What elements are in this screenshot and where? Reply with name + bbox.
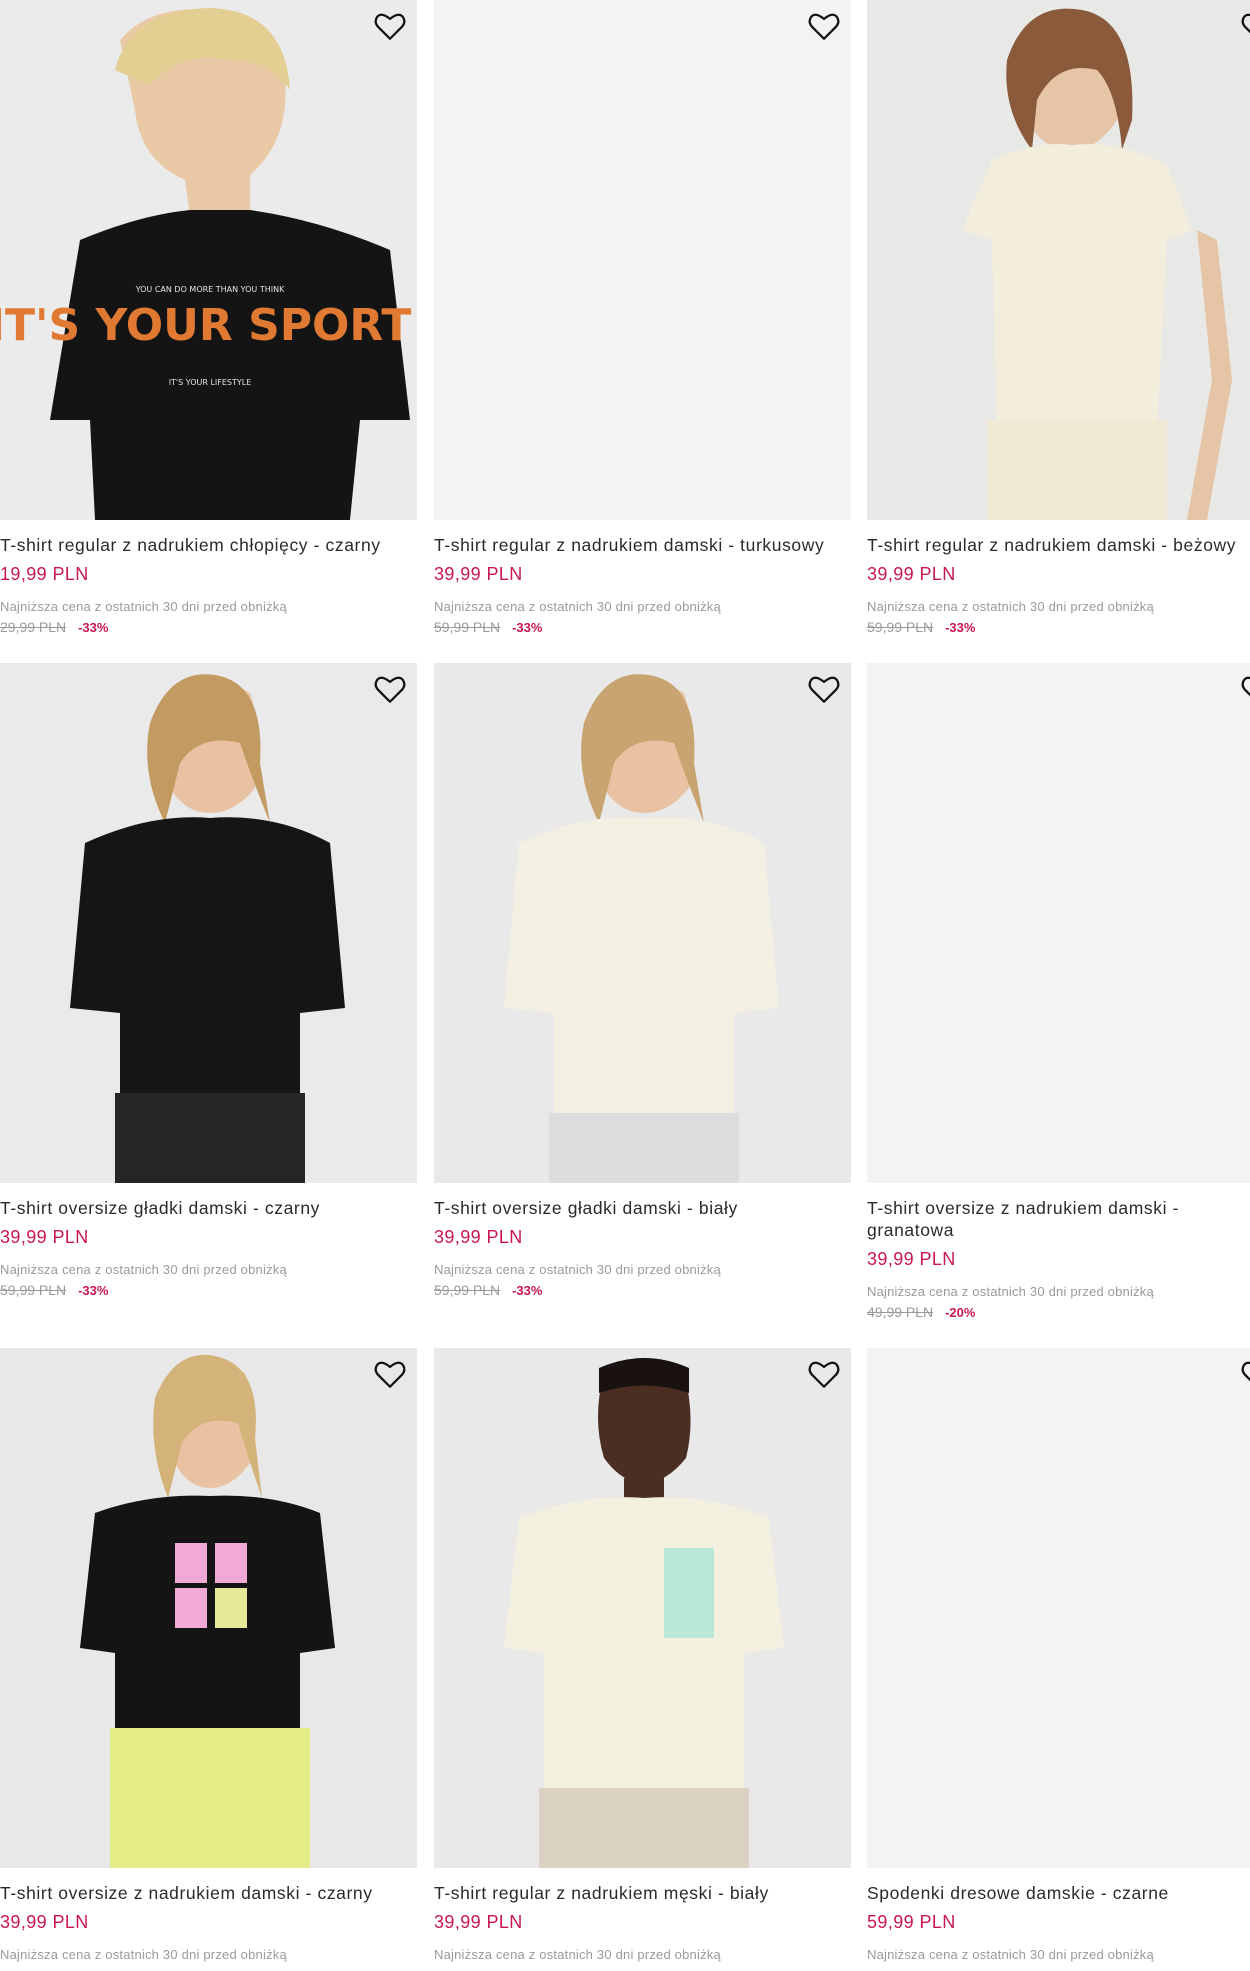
product-image[interactable] <box>0 1348 417 1868</box>
product-title[interactable]: T-shirt oversize z nadrukiem damski - cz… <box>0 1882 417 1904</box>
product-price: 39,99 PLN <box>434 564 523 584</box>
product-image[interactable] <box>867 663 1250 1183</box>
woman-black-tshirt-photo <box>0 663 417 1183</box>
product-card[interactable]: T-shirt regular z nadrukiem damski - tur… <box>434 0 851 635</box>
product-title[interactable]: T-shirt regular z nadrukiem męski - biał… <box>434 1882 851 1904</box>
old-price: 59,99 PLN <box>867 619 934 635</box>
old-price-row: 29,99 PLN -33% <box>0 619 417 635</box>
product-card[interactable]: IT'S YOUR SPORT! YOU CAN DO MORE THAN YO… <box>0 0 417 635</box>
heart-outline-icon[interactable] <box>807 1358 841 1390</box>
product-image[interactable]: IT'S YOUR SPORT! YOU CAN DO MORE THAN YO… <box>0 0 417 520</box>
discount-badge: -33% <box>78 1283 109 1298</box>
product-image[interactable] <box>434 663 851 1183</box>
lowest-price-label: Najniższa cena z ostatnich 30 dni przed … <box>434 1947 721 1962</box>
heart-outline-icon[interactable] <box>373 673 407 705</box>
product-price: 39,99 PLN <box>0 1912 89 1932</box>
product-price: 39,99 PLN <box>867 1249 956 1269</box>
product-card[interactable]: T-shirt oversize z nadrukiem damski - gr… <box>867 663 1250 1320</box>
product-price: 39,99 PLN <box>867 564 956 584</box>
product-image[interactable] <box>0 663 417 1183</box>
woman-white-tshirt-photo <box>434 663 851 1183</box>
discount-badge: -33% <box>78 620 109 635</box>
woman-black-print-tshirt-photo <box>0 1348 417 1868</box>
old-price: 59,99 PLN <box>0 1282 67 1298</box>
old-price-row: 59,99 PLN -33% <box>434 619 851 635</box>
heart-outline-icon[interactable] <box>1240 673 1250 705</box>
product-card[interactable]: T-shirt oversize gładki damski - czarny … <box>0 663 417 1298</box>
product-title[interactable]: T-shirt regular z nadrukiem damski - beż… <box>867 534 1250 556</box>
old-price: 59,99 PLN <box>434 619 501 635</box>
print-top-text: YOU CAN DO MORE THAN YOU THINK <box>135 285 285 294</box>
old-price-row: 59,99 PLN -33% <box>434 1282 851 1298</box>
heart-outline-icon[interactable] <box>1240 10 1250 42</box>
heart-outline-icon[interactable] <box>807 673 841 705</box>
product-image[interactable] <box>867 0 1250 520</box>
print-bottom-text: IT'S YOUR LIFESTYLE <box>169 378 252 387</box>
heart-outline-icon[interactable] <box>373 10 407 42</box>
product-price: 39,99 PLN <box>434 1912 523 1932</box>
heart-outline-icon[interactable] <box>1240 1358 1250 1390</box>
old-price: 29,99 PLN <box>0 619 67 635</box>
product-card[interactable]: Spodenki dresowe damskie - czarne 59,99 … <box>867 1348 1250 1962</box>
lowest-price-label: Najniższa cena z ostatnich 30 dni przed … <box>434 599 721 614</box>
product-image[interactable] <box>434 1348 851 1868</box>
discount-badge: -33% <box>512 620 543 635</box>
old-price: 49,99 PLN <box>867 1304 934 1320</box>
boy-black-tshirt-photo: IT'S YOUR SPORT! YOU CAN DO MORE THAN YO… <box>0 0 417 520</box>
lowest-price-label: Najniższa cena z ostatnich 30 dni przed … <box>0 1262 287 1277</box>
product-title[interactable]: Spodenki dresowe damskie - czarne <box>867 1882 1250 1904</box>
product-card[interactable]: T-shirt oversize z nadrukiem damski - cz… <box>0 1348 417 1962</box>
product-grid: IT'S YOUR SPORT! YOU CAN DO MORE THAN YO… <box>0 0 1250 1971</box>
product-card[interactable]: T-shirt regular z nadrukiem męski - biał… <box>434 1348 851 1962</box>
lowest-price-label: Najniższa cena z ostatnich 30 dni przed … <box>867 1284 1154 1299</box>
discount-badge: -33% <box>512 1283 543 1298</box>
product-image[interactable] <box>434 0 851 520</box>
product-card[interactable]: T-shirt regular z nadrukiem damski - beż… <box>867 0 1250 635</box>
product-price: 19,99 PLN <box>0 564 89 584</box>
product-price: 39,99 PLN <box>434 1227 523 1247</box>
lowest-price-label: Najniższa cena z ostatnich 30 dni przed … <box>867 599 1154 614</box>
product-title[interactable]: T-shirt oversize gładki damski - czarny <box>0 1197 417 1219</box>
lowest-price-label: Najniższa cena z ostatnich 30 dni przed … <box>867 1947 1154 1962</box>
product-title[interactable]: T-shirt regular z nadrukiem chłopięcy - … <box>0 534 417 556</box>
lowest-price-label: Najniższa cena z ostatnich 30 dni przed … <box>0 599 287 614</box>
heart-outline-icon[interactable] <box>373 1358 407 1390</box>
man-white-tshirt-photo <box>434 1348 851 1868</box>
product-price: 39,99 PLN <box>0 1227 89 1247</box>
old-price: 59,99 PLN <box>434 1282 501 1298</box>
lowest-price-label: Najniższa cena z ostatnich 30 dni przed … <box>0 1947 287 1962</box>
product-card[interactable]: T-shirt oversize gładki damski - biały 3… <box>434 663 851 1298</box>
old-price-row: 59,99 PLN -33% <box>867 619 1250 635</box>
product-title[interactable]: T-shirt oversize gładki damski - biały <box>434 1197 851 1219</box>
lowest-price-label: Najniższa cena z ostatnich 30 dni przed … <box>434 1262 721 1277</box>
old-price-row: 59,99 PLN -33% <box>0 1282 417 1298</box>
heart-outline-icon[interactable] <box>807 10 841 42</box>
print-graphic: IT'S YOUR SPORT! <box>0 300 417 351</box>
discount-badge: -33% <box>945 620 976 635</box>
woman-beige-tshirt-photo <box>867 0 1250 520</box>
product-image[interactable] <box>867 1348 1250 1868</box>
product-title[interactable]: T-shirt regular z nadrukiem damski - tur… <box>434 534 851 556</box>
product-title[interactable]: T-shirt oversize z nadrukiem damski - gr… <box>867 1197 1250 1241</box>
discount-badge: -20% <box>945 1305 976 1320</box>
product-price: 59,99 PLN <box>867 1912 956 1932</box>
old-price-row: 49,99 PLN -20% <box>867 1304 1250 1320</box>
